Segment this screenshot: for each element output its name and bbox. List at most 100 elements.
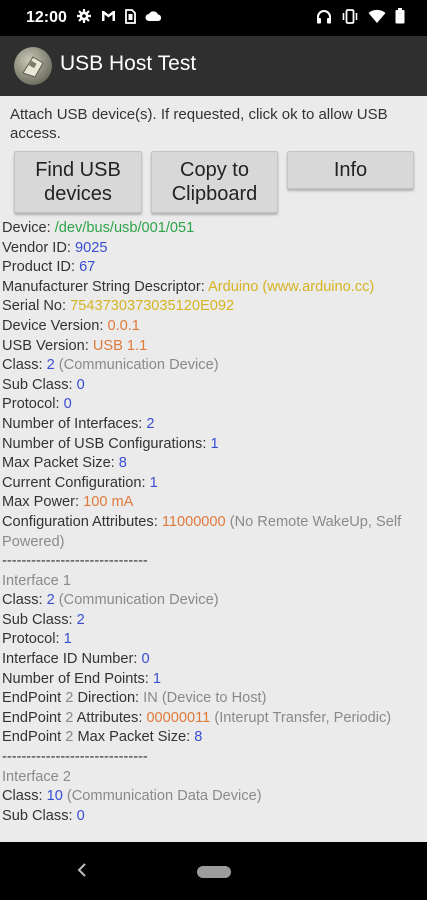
if1-class-row: Class: 2 (Communication Device) — [2, 591, 427, 611]
if1-endpoints-row: Number of End Points: 1 — [2, 670, 427, 690]
if2-subclass-row: Sub Class: 0 — [2, 807, 427, 827]
label: Configuration Attributes: — [2, 513, 162, 530]
label: Protocol: — [2, 631, 64, 648]
status-icons-left — [76, 8, 162, 24]
label: Class: — [2, 788, 47, 805]
app-bar: USB Host Test — [0, 36, 427, 96]
manufacturer-value: Arduino (www.arduino.cc) — [208, 278, 375, 295]
if1-subclass-value: 2 — [76, 611, 85, 628]
status-bar: 12:00 — [0, 0, 427, 36]
ep-attributes-desc: (Interupt Transfer, Periodic) — [210, 709, 392, 726]
back-icon[interactable] — [77, 863, 87, 882]
vibrate-icon — [341, 8, 359, 24]
if2-class-row: Class: 10 (Communication Data Device) — [2, 787, 427, 807]
usb-version-row: USB Version: USB 1.1 — [2, 337, 427, 357]
label: Direction: — [73, 690, 144, 707]
max-power-row: Max Power: 100 mA — [2, 493, 427, 513]
ep-direction-value: IN (Device to Host) — [143, 690, 267, 707]
label: Number of USB Configurations: — [2, 435, 211, 452]
subclass-row: Sub Class: 0 — [2, 376, 427, 396]
gmail-icon — [101, 10, 116, 22]
label: Protocol: — [2, 396, 64, 413]
usb-version-value: USB 1.1 — [92, 337, 148, 354]
protocol-value: 0 — [63, 396, 72, 413]
app-logo-icon — [14, 47, 52, 85]
label: Sub Class: — [2, 807, 77, 824]
if2-class-value: 10 — [46, 788, 63, 805]
label: Current Configuration: — [2, 474, 150, 491]
device-path-row: Device: /dev/bus/usb/001/051 — [2, 219, 427, 239]
ep-attributes-value: 00000011 — [146, 709, 211, 726]
main-content[interactable]: Attach USB device(s). If requested, clic… — [0, 96, 427, 842]
label: Interface ID Number: — [2, 651, 142, 668]
product-id-value: 67 — [79, 259, 96, 276]
interface-1-title: Interface 1 — [2, 572, 71, 589]
class-row: Class: 2 (Communication Device) — [2, 356, 427, 376]
if1-subclass-row: Sub Class: 2 — [2, 611, 427, 631]
config-attributes-row: Configuration Attributes: 11000000 (No R… — [2, 513, 427, 552]
config-attributes-value: 11000000 — [161, 513, 226, 530]
current-config-value: 1 — [149, 474, 158, 491]
if2-subclass-value: 0 — [76, 807, 85, 824]
label: Max Packet Size: — [73, 729, 195, 746]
product-id-row: Product ID: 67 — [2, 258, 427, 278]
wifi-icon — [368, 9, 386, 24]
device-path-value: /dev/bus/usb/001/051 — [54, 220, 195, 236]
if1-id-value: 0 — [141, 651, 150, 668]
find-usb-devices-button[interactable]: Find USB devices — [14, 151, 142, 213]
copy-to-clipboard-label: Copy to Clipboard — [171, 159, 258, 205]
serial-row: Serial No: 7543730373035120E092 — [2, 297, 427, 317]
label: Product ID: — [2, 259, 80, 276]
label: Manufacturer String Descriptor: — [2, 278, 209, 295]
manufacturer-row: Manufacturer String Descriptor: Arduino … — [2, 278, 427, 298]
status-icons-right — [316, 8, 405, 24]
label: Max Power: — [2, 494, 84, 511]
ep-size-value: 8 — [194, 729, 203, 746]
serial-value: 7543730373035120E092 — [70, 298, 235, 315]
label: EndPoint — [2, 690, 66, 707]
if1-ep-attributes-row: EndPoint 2 Attributes: 00000011 (Interup… — [2, 709, 427, 729]
separator: ------------------------------ — [2, 553, 148, 570]
label: EndPoint — [2, 709, 66, 726]
label: Device: — [2, 220, 55, 236]
device-version-value: 0.0.1 — [107, 317, 140, 334]
label: Sub Class: — [2, 611, 77, 628]
status-time: 12:00 — [26, 9, 67, 26]
intro-text: Attach USB device(s). If requested, clic… — [10, 106, 388, 142]
label: Vendor ID: — [2, 239, 76, 256]
label: Number of Interfaces: — [2, 415, 147, 432]
label: Device Version: — [2, 317, 108, 334]
if1-id-row: Interface ID Number: 0 — [2, 650, 427, 670]
label: Class: — [2, 592, 47, 609]
vendor-id-row: Vendor ID: 9025 — [2, 239, 427, 259]
protocol-row: Protocol: 0 — [2, 395, 427, 415]
usb-info-list: Device: /dev/bus/usb/001/051 Vendor ID: … — [2, 219, 427, 826]
battery-icon — [395, 8, 405, 24]
label: Attributes: — [73, 709, 147, 726]
separator: ------------------------------ — [2, 749, 148, 766]
if1-ep-size-row: EndPoint 2 Max Packet Size: 8 — [2, 728, 427, 748]
label: Number of End Points: — [2, 670, 153, 687]
max-power-value: 100 mA — [83, 494, 134, 511]
label: Max Packet Size: — [2, 455, 119, 472]
vendor-id-value: 9025 — [75, 239, 108, 256]
copy-to-clipboard-button[interactable]: Copy to Clipboard — [151, 151, 278, 213]
home-pill-icon[interactable] — [197, 866, 231, 878]
interface-2-title: Interface 2 — [2, 768, 71, 785]
label: Sub Class: — [2, 376, 77, 393]
gear-notification-icon — [76, 8, 92, 24]
class-value: 2 — [46, 357, 55, 374]
cloud-icon — [145, 10, 162, 22]
if1-protocol-value: 1 — [63, 631, 72, 648]
label: EndPoint — [2, 729, 66, 746]
if1-class-value: 2 — [46, 592, 55, 609]
subclass-value: 0 — [76, 376, 85, 393]
info-label: Info — [333, 159, 368, 181]
info-button[interactable]: Info — [287, 151, 414, 189]
if1-ep-direction-row: EndPoint 2 Direction: IN (Device to Host… — [2, 689, 427, 709]
if1-class-desc: (Communication Device) — [54, 592, 219, 609]
num-interfaces-value: 2 — [146, 415, 155, 432]
label: Class: — [2, 357, 47, 374]
label: Serial No: — [2, 298, 71, 315]
find-usb-devices-label: Find USB devices — [35, 159, 121, 205]
